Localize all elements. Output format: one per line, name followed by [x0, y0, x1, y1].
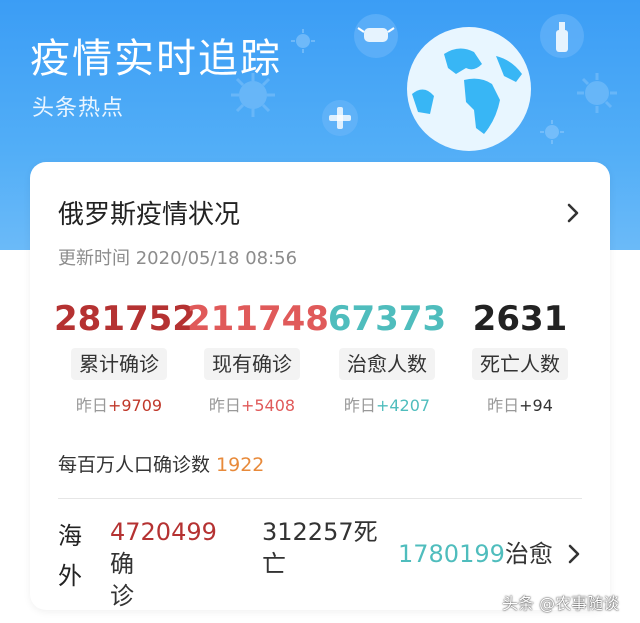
per-million-label: 每百万人口确诊数 [58, 454, 211, 476]
virus-icon [231, 73, 275, 117]
stat-delta: 昨日+5408 [187, 392, 317, 416]
stat-label: 现有确诊 [204, 348, 300, 380]
delta-value: +4207 [375, 396, 431, 415]
virus-icon [577, 73, 617, 113]
overseas-cured[interactable]: 1780199治愈 [398, 538, 553, 570]
watermark: 头条 @农事随谈 [502, 594, 620, 613]
per-million-row: 每百万人口确诊数 1922 [58, 450, 264, 477]
stat-deaths: 2631 死亡人数 昨日+94 [455, 298, 585, 416]
stat-value: 67373 [327, 299, 447, 339]
stat-value: 281752 [54, 299, 196, 339]
mask-icon [354, 14, 398, 58]
divider [58, 498, 582, 499]
stat-label: 治愈人数 [339, 348, 435, 380]
virus-icon [291, 29, 315, 53]
per-million-value: 1922 [216, 454, 265, 476]
stat-current-confirmed: 211748 现有确诊 昨日+5408 [187, 298, 329, 416]
stat-label: 死亡人数 [472, 348, 568, 380]
sanitizer-bottle-icon [540, 14, 584, 58]
update-time: 更新时间 2020/05/18 08:56 [58, 248, 298, 269]
stat-label: 累计确诊 [71, 348, 167, 380]
stat-total-confirmed: 281752 累计确诊 昨日+9709 [54, 298, 196, 416]
delta-prefix: 昨日 [487, 396, 520, 415]
overseas-deaths-num: 312257 [262, 518, 354, 546]
stat-delta: 昨日+4207 [322, 392, 452, 416]
overseas-label: 海外 [58, 522, 82, 590]
page-subtitle: 头条热点 [32, 96, 125, 121]
delta-prefix: 昨日 [343, 396, 376, 415]
stat-delta: 昨日+94 [455, 392, 585, 416]
chevron-right-icon[interactable] [568, 544, 580, 564]
virus-icon [540, 120, 564, 144]
globe-icon [407, 27, 531, 151]
overseas-confirmed-unit-b: 诊 [110, 582, 134, 610]
delta-value: +5408 [240, 396, 296, 415]
overseas-deaths-unit-b: 亡 [262, 550, 286, 578]
stat-cured: 67373 治愈人数 昨日+4207 [322, 298, 452, 416]
delta-prefix: 昨日 [75, 396, 108, 415]
card-title: 俄罗斯疫情状况 [58, 200, 241, 230]
stat-value: 211748 [187, 299, 329, 339]
overseas-confirmed-unit-a: 确 [110, 550, 134, 578]
delta-value: +9709 [107, 396, 163, 415]
overseas-cured-unit: 治愈 [504, 540, 553, 568]
stat-delta: 昨日+9709 [54, 392, 184, 416]
overseas-confirmed-num: 4720499 [110, 518, 217, 546]
stat-value: 2631 [472, 299, 568, 339]
delta-value: +94 [519, 396, 553, 415]
overseas-deaths-unit-a: 死 [353, 518, 378, 546]
overseas-cured-num: 1780199 [398, 540, 505, 568]
country-stats-card[interactable]: 俄罗斯疫情状况 更新时间 2020/05/18 08:56 281752 累计确… [30, 162, 610, 610]
overseas-confirmed[interactable]: 4720499 确 诊 [110, 516, 240, 612]
chevron-right-icon[interactable] [566, 202, 580, 224]
overseas-deaths[interactable]: 312257死 亡 [262, 516, 382, 580]
delta-prefix: 昨日 [208, 396, 241, 415]
medical-cross-icon [322, 100, 358, 136]
